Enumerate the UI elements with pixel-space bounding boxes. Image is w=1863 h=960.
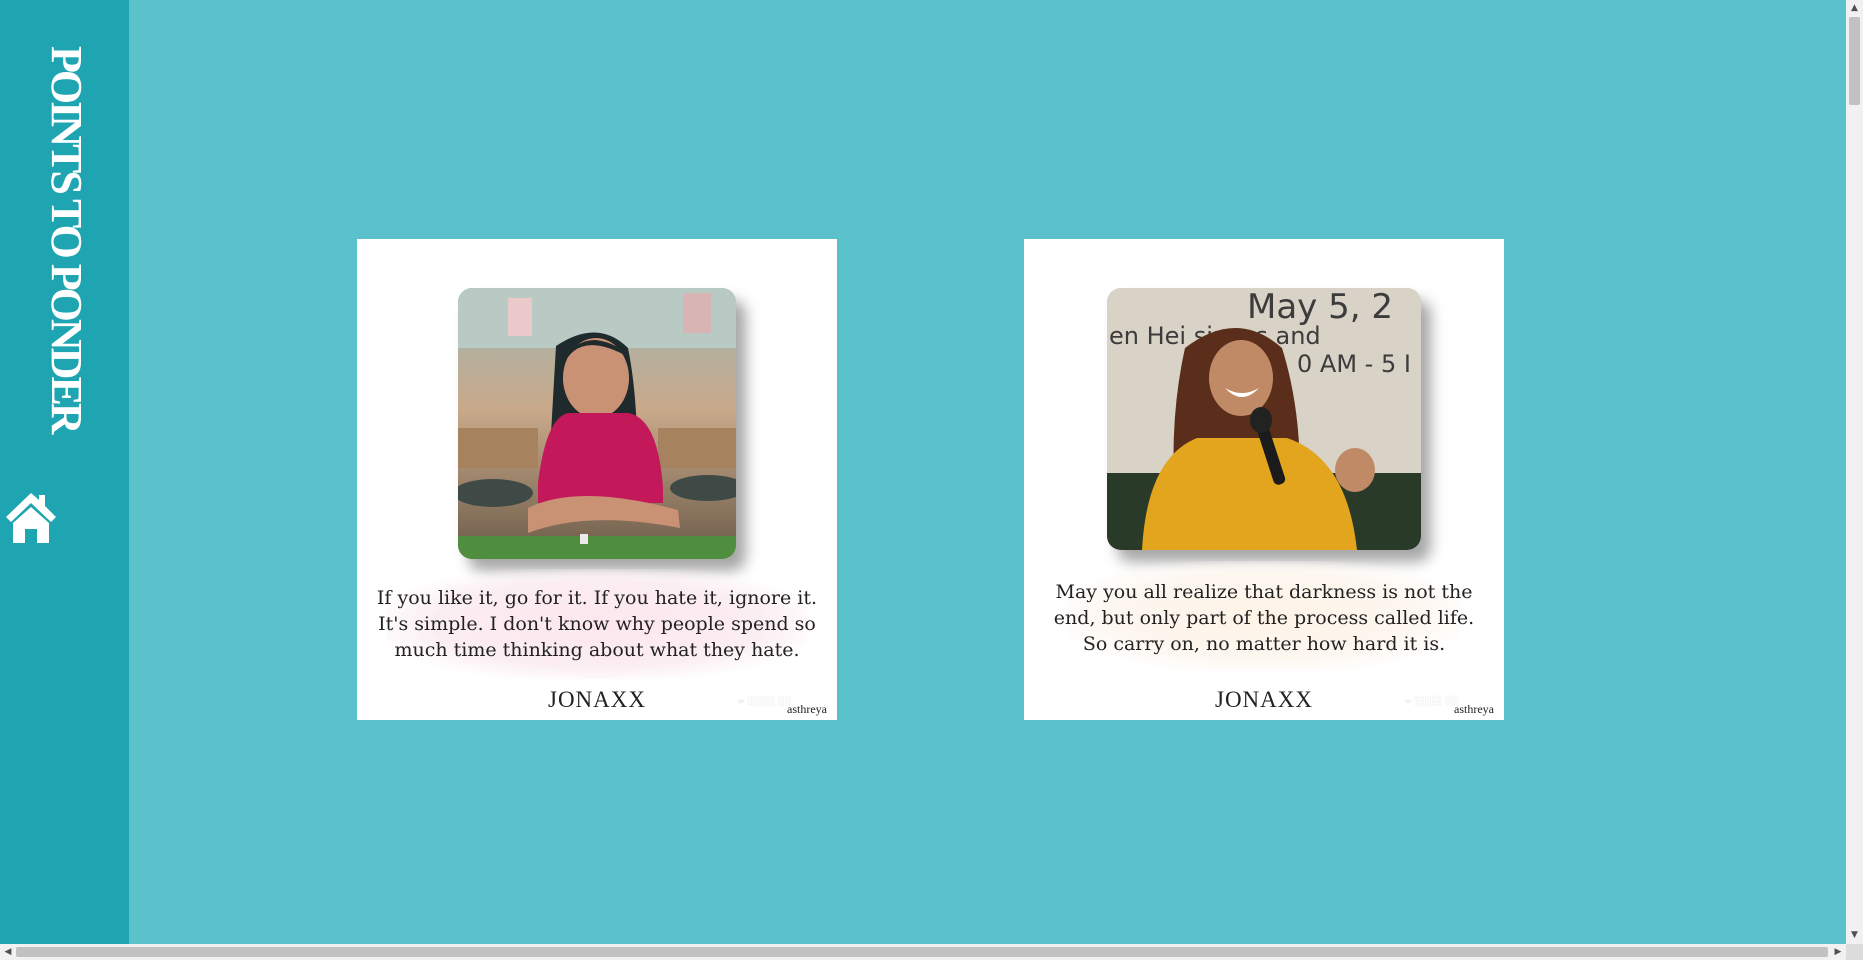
home-icon[interactable]: [4, 489, 58, 545]
credit-watermark: asthreya: [787, 702, 827, 716]
vertical-scrollbar[interactable]: ▲ ▼: [1846, 0, 1863, 944]
vertical-scroll-thumb[interactable]: [1849, 17, 1860, 105]
quote-photo: [458, 288, 736, 559]
quote-line: end, but only part of the process called…: [1053, 607, 1475, 629]
quote-line: May you all realize that darkness is not…: [1055, 581, 1473, 603]
faint-watermark: ∞ ░░░░ ░░: [1404, 697, 1459, 707]
horizontal-scrollbar[interactable]: ◀ ▶: [0, 944, 1846, 960]
quote-line: If you like it, go for it. If you hate i…: [376, 587, 818, 609]
scroll-left-icon[interactable]: ◀: [0, 944, 16, 960]
quote-line: much time thinking about what they hate.: [394, 639, 800, 661]
photo-banner-line: 0 AM - 5 I: [1297, 350, 1411, 378]
scrollbar-corner: [1846, 944, 1863, 960]
quote-card[interactable]: If you like it, go for it. If you hate i…: [357, 239, 837, 720]
credit-watermark: asthreya: [1454, 702, 1494, 716]
quote-text: May you all realize that darkness is not…: [1034, 579, 1494, 657]
site-title: POINTS TO PONDER: [42, 46, 91, 432]
quote-text: If you like it, go for it. If you hate i…: [367, 585, 827, 663]
quote-photo: May 5, 2 en Hei siness and 0 AM - 5 I: [1107, 288, 1421, 550]
quote-line: So carry on, no matter how hard it is.: [1082, 633, 1446, 655]
horizontal-scroll-thumb[interactable]: [16, 947, 1828, 957]
scroll-up-icon[interactable]: ▲: [1846, 0, 1863, 17]
faint-watermark: ∞ ░░░░ ░░: [737, 697, 792, 707]
scroll-down-icon[interactable]: ▼: [1846, 927, 1863, 944]
quote-line: It's simple. I don't know why people spe…: [378, 613, 816, 635]
photo-woman-magenta-top: [458, 288, 736, 559]
sidebar: POINTS TO PONDER: [0, 0, 129, 944]
quote-card[interactable]: May 5, 2 en Hei siness and 0 AM - 5 I Ma…: [1024, 239, 1504, 720]
photo-woman-yellow-top: May 5, 2 en Hei siness and 0 AM - 5 I: [1107, 288, 1421, 550]
scroll-right-icon[interactable]: ▶: [1830, 944, 1846, 960]
